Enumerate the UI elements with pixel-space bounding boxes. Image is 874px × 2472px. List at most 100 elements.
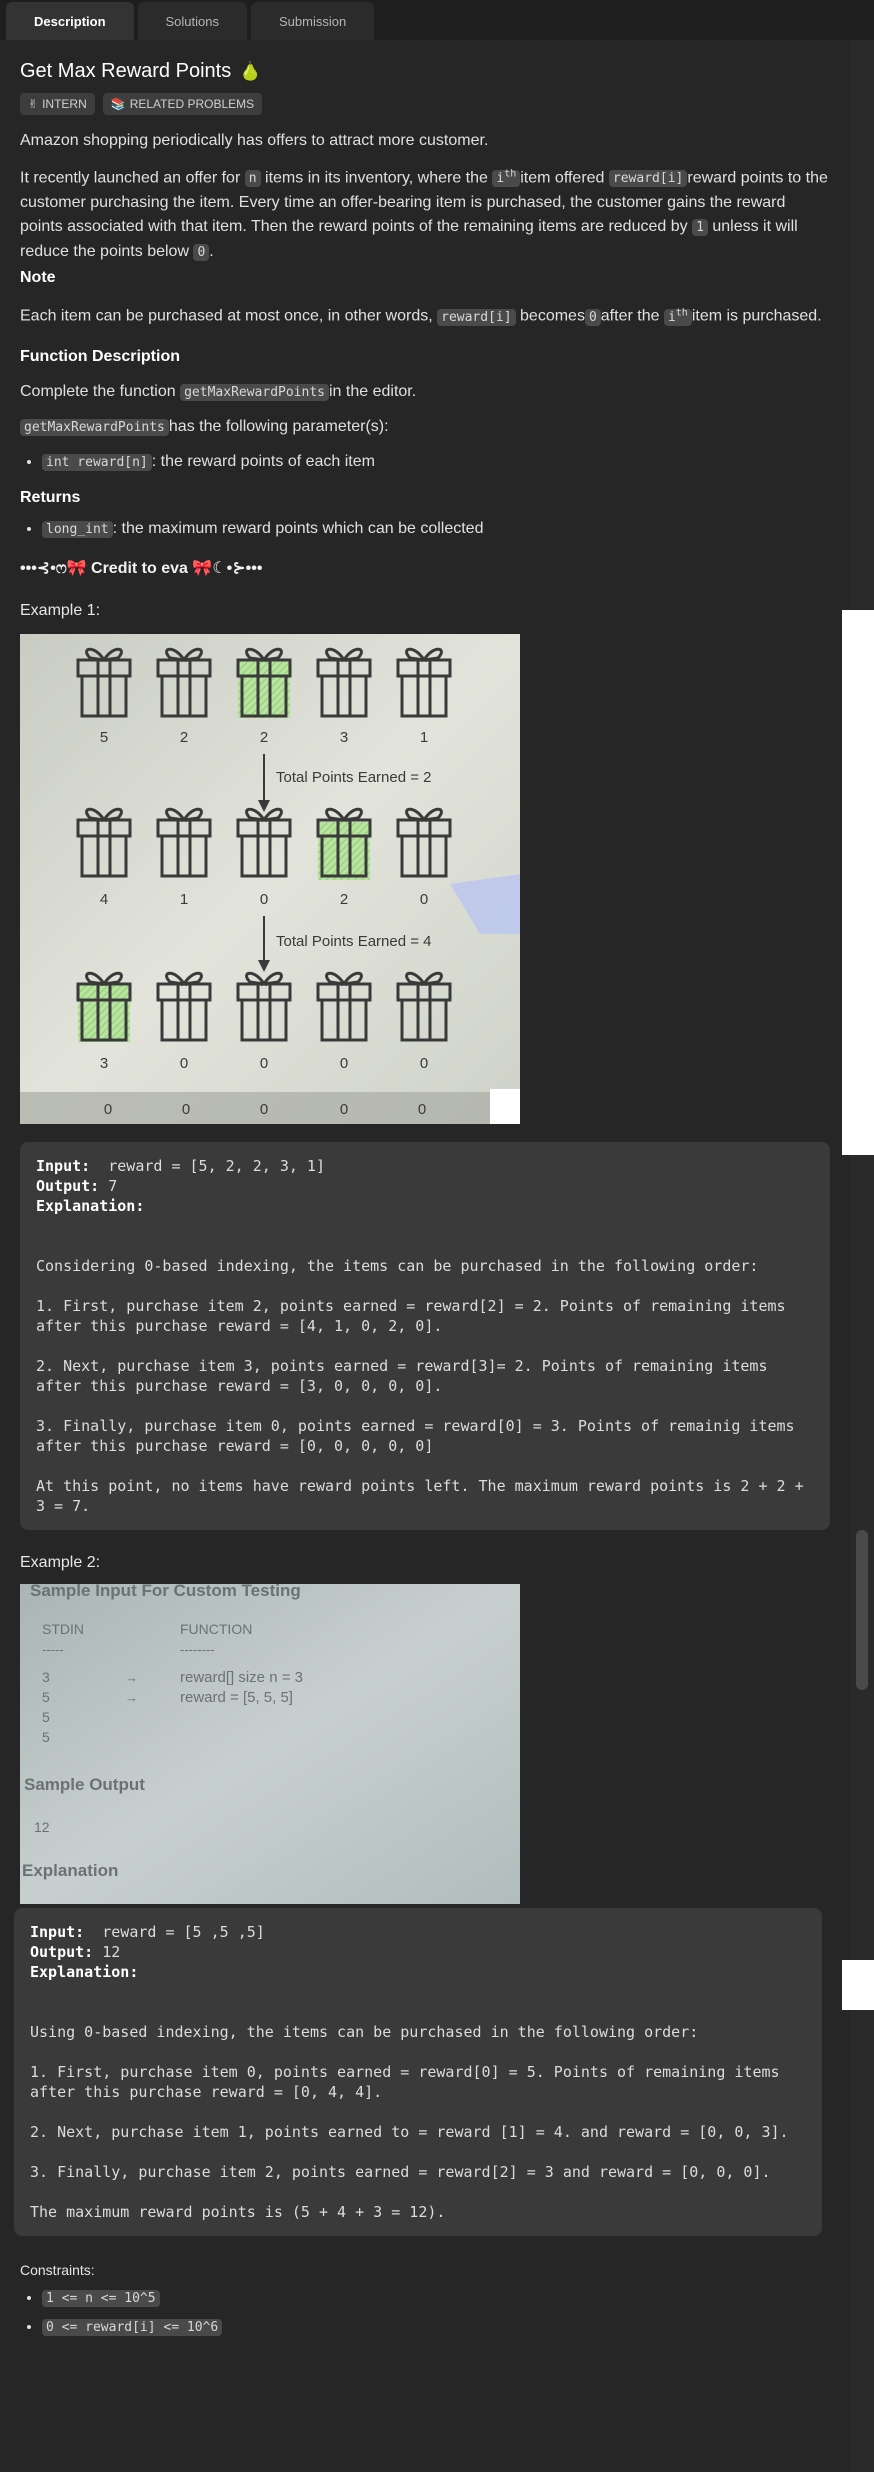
example-2-code-block: Input: reward = [5 ,5 ,5] Output: 12 Exp… xyxy=(14,1907,822,2236)
figure-label: 0 xyxy=(104,1101,112,1118)
figure-dash: -------- xyxy=(180,1642,215,1657)
scrollbar-thumb[interactable] xyxy=(856,1530,868,1690)
figure-label: 0 xyxy=(340,1101,348,1118)
input-value: reward = [5, 2, 2, 3, 1] xyxy=(108,1156,325,1175)
intro-text: Amazon shopping periodically has offers … xyxy=(20,132,489,149)
figure-label: 0 xyxy=(420,1055,428,1072)
tag-list: ✌ INTERN 📚 RELATED PROBLEMS xyxy=(20,93,830,115)
pear-icon: 🍐 xyxy=(239,61,262,81)
figure-stdin: 5 xyxy=(42,1729,50,1745)
output-label: Output: xyxy=(30,1942,94,1961)
credit-text: •••⊰•ෆ🎀 Credit to eva 🎀☾•⊱••• xyxy=(20,559,263,577)
figure-label: 1 xyxy=(420,729,428,746)
example-1-code-block: Input: reward = [5, 2, 2, 3, 1] Output: … xyxy=(20,1141,830,1530)
input-value: reward = [5 ,5 ,5] xyxy=(102,1922,265,1941)
figure-arrow: → xyxy=(125,1670,138,1685)
figure-label: 0 xyxy=(260,1101,268,1118)
example-1-title: Example 1: xyxy=(20,601,101,619)
figure-col: STDIN xyxy=(42,1621,84,1637)
list-item: 0 <= reward[i] <= 10^6 xyxy=(42,2315,830,2340)
note-text: Each item can be purchased at most once,… xyxy=(20,307,822,326)
parameter-list: int reward[n]: the reward points of each… xyxy=(20,450,830,475)
tab-bar: Description Solutions Submission xyxy=(0,0,874,40)
figure-func: reward = [5, 5, 5] xyxy=(180,1689,293,1706)
figure-col: FUNCTION xyxy=(180,1621,252,1637)
constraints-title: Constraints: xyxy=(20,2261,95,2278)
figure-stdin: 5 xyxy=(42,1689,50,1705)
figure-label: 4 xyxy=(100,891,108,908)
figure-arrow: → xyxy=(125,1690,138,1705)
input-label: Input: xyxy=(36,1156,91,1175)
example-1-image: 5 2 2 3 1 Total Points Earned = 2 4 1 0 … xyxy=(20,633,520,1124)
example-2-image: Sample Input For Custom Testing STDIN FU… xyxy=(20,1581,520,1904)
figure-stdin: 3 xyxy=(42,1669,50,1685)
output-value: 12 xyxy=(102,1942,121,1961)
tab-solutions[interactable]: Solutions xyxy=(137,2,247,40)
figure-label: 1 xyxy=(180,891,188,908)
figure-label: 2 xyxy=(260,729,268,746)
explanation-label: Explanation: xyxy=(36,1196,145,1215)
figure-label: 3 xyxy=(100,1055,108,1072)
figure-label: 2 xyxy=(340,891,348,908)
figure-label: 0 xyxy=(340,1055,348,1072)
explanation-text: Considering 0-based indexing, the items … xyxy=(36,1256,804,1515)
tag-label: INTERN xyxy=(42,97,87,111)
output-value: 7 xyxy=(108,1176,118,1195)
inline-code: 0 xyxy=(193,244,210,262)
example-2-title: Example 2: xyxy=(20,1553,101,1571)
inline-code: n xyxy=(244,170,261,188)
offer-paragraph: It recently launched an offer for n item… xyxy=(20,169,828,262)
parameters-text: getMaxRewardPoints has the following para… xyxy=(20,415,830,440)
tag-related-problems[interactable]: 📚 RELATED PROBLEMS xyxy=(102,93,263,115)
tag-intern[interactable]: ✌ INTERN xyxy=(20,93,95,115)
figure-label: 0 xyxy=(260,1055,268,1072)
function-description-text: Complete the function getMaxRewardPoints… xyxy=(20,382,417,401)
scrollbar[interactable] xyxy=(850,40,874,2472)
inline-code: getMaxRewardPoints xyxy=(20,418,169,436)
figure-header: Sample Input For Custom Testing xyxy=(30,1584,301,1600)
sample-input-photo: Sample Input For Custom Testing STDIN FU… xyxy=(20,1581,520,1904)
figure-explanation: Explanation xyxy=(22,1861,118,1880)
figure-output-value: 12 xyxy=(34,1819,50,1835)
books-icon: 📚 xyxy=(110,97,126,111)
inline-code: int reward[n] xyxy=(42,453,152,471)
tab-description[interactable]: Description xyxy=(6,2,134,40)
returns-list: long_int: the maximum reward points whic… xyxy=(20,517,830,542)
explanation-label: Explanation: xyxy=(30,1962,139,1981)
problem-title-text: Get Max Reward Points xyxy=(20,60,232,82)
figure-dash: ----- xyxy=(42,1642,64,1657)
inline-code: 1 xyxy=(692,219,708,237)
input-label: Input: xyxy=(30,1922,85,1941)
note-heading: Note xyxy=(20,269,56,287)
total-points-label-2: Total Points Earned = 4 xyxy=(276,933,432,950)
figure-sample-output: Sample Output xyxy=(24,1775,145,1794)
inline-code: 0 xyxy=(584,308,601,326)
returns-heading: Returns xyxy=(20,488,81,506)
function-description-heading: Function Description xyxy=(20,347,180,365)
inline-code: long_int xyxy=(42,520,113,538)
list-item: long_int: the maximum reward points whic… xyxy=(42,517,830,542)
total-points-label-1: Total Points Earned = 2 xyxy=(276,769,432,786)
problem-description: Get Max Reward Points 🍐 ✌ INTERN 📚 RELAT… xyxy=(0,40,850,2344)
gift-boxes-illustration: 5 2 2 3 1 Total Points Earned = 2 4 1 0 … xyxy=(20,633,520,1124)
figure-label: 0 xyxy=(420,891,428,908)
figure-func: reward[] size n = 3 xyxy=(180,1669,303,1686)
list-item: 1 <= n <= 10^5 xyxy=(42,2286,830,2311)
figure-label: 0 xyxy=(182,1101,190,1118)
figure-stdin: 5 xyxy=(42,1709,50,1725)
tab-submission[interactable]: Submission xyxy=(251,2,375,40)
constraints-list: 1 <= n <= 10^5 0 <= reward[i] <= 10^6 xyxy=(20,2286,830,2340)
problem-title: Get Max Reward Points 🍐 xyxy=(20,60,830,83)
hand-icon: ✌ xyxy=(28,97,39,111)
figure-label: 3 xyxy=(340,729,348,746)
inline-code: 1 <= n <= 10^5 xyxy=(42,2289,160,2307)
figure-label: 0 xyxy=(260,891,268,908)
inline-code: ith xyxy=(492,169,521,188)
tag-label: RELATED PROBLEMS xyxy=(129,97,255,111)
figure-label: 0 xyxy=(418,1101,426,1118)
list-item: int reward[n]: the reward points of each… xyxy=(42,450,830,475)
inline-code: 0 <= reward[i] <= 10^6 xyxy=(42,2318,223,2336)
figure-label: 2 xyxy=(180,729,188,746)
explanation-text: Using 0-based indexing, the items can be… xyxy=(30,2022,789,2221)
inline-code: getMaxRewardPoints xyxy=(180,383,329,401)
